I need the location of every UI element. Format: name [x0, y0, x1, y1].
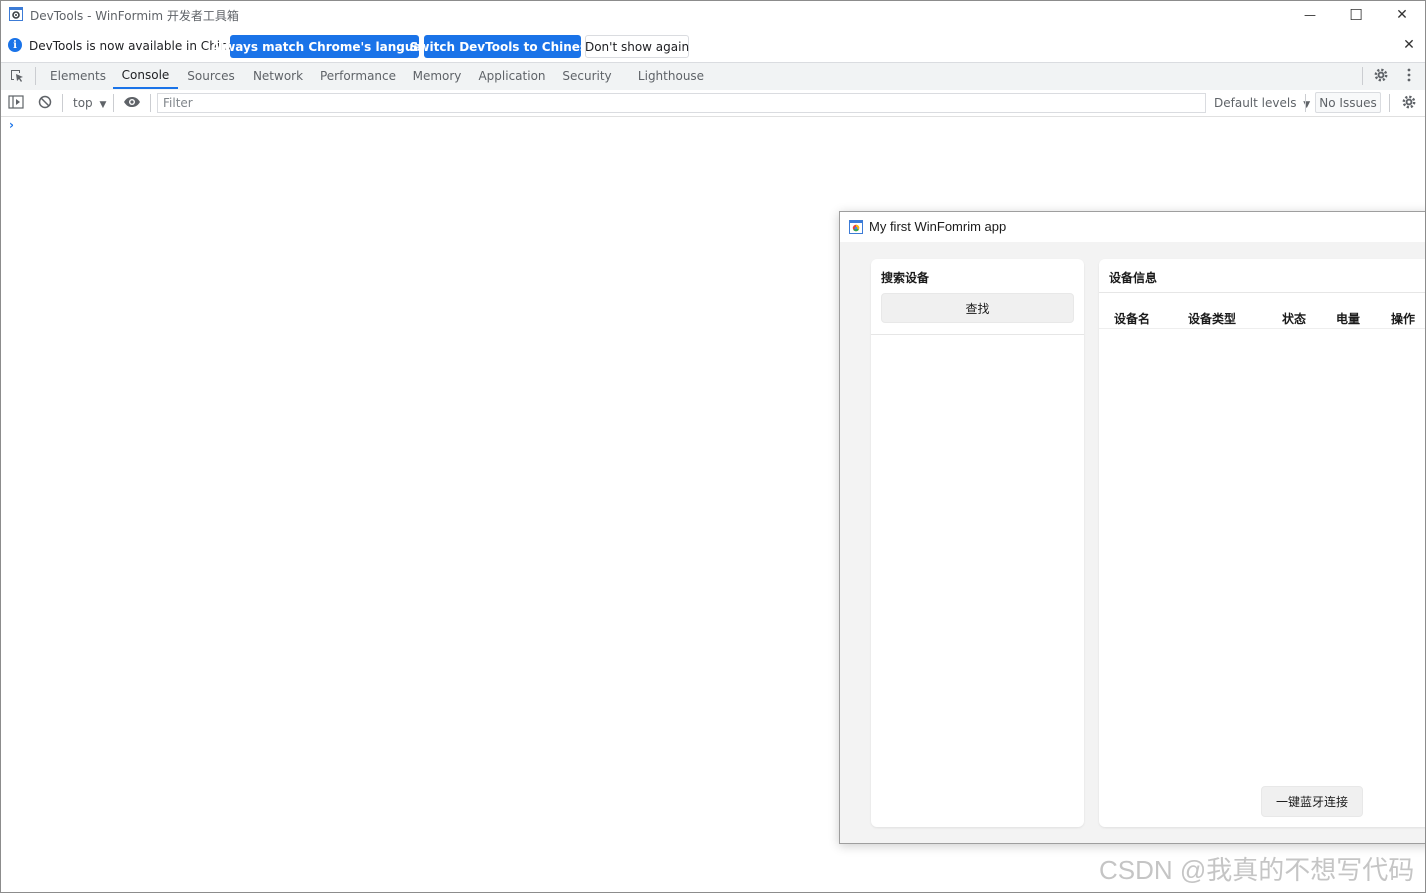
table-header-divider	[1099, 328, 1426, 329]
tab-elements[interactable]: Elements	[45, 62, 111, 89]
column-header-battery: 电量	[1336, 312, 1361, 326]
minimize-button[interactable]: —	[1287, 0, 1333, 30]
tab-console[interactable]: Console	[113, 62, 178, 89]
column-header-action: 操作	[1391, 312, 1416, 326]
device-info-panel	[1099, 259, 1426, 827]
devtools-gear-icon	[9, 7, 23, 21]
tab-network[interactable]: Network	[244, 62, 312, 89]
filter-input[interactable]	[157, 93, 1206, 113]
tab-sources[interactable]: Sources	[180, 62, 242, 89]
filter-placeholder: Filter	[163, 96, 193, 110]
maximize-icon: ☐	[1349, 6, 1363, 24]
close-icon: ✕	[1396, 7, 1408, 23]
device-info-title: 设备信息	[1109, 271, 1158, 285]
inspect-element-icon[interactable]	[9, 68, 25, 84]
panel-divider	[1099, 292, 1426, 293]
clear-console-icon[interactable]	[38, 95, 52, 109]
settings-gear-icon[interactable]	[1373, 67, 1389, 83]
tab-memory[interactable]: Memory	[404, 62, 470, 89]
console-prompt[interactable]: ›	[9, 118, 14, 132]
app-icon	[849, 220, 863, 234]
log-levels-dropdown[interactable]: Default levels ▼	[1214, 96, 1310, 110]
search-devices-title: 搜索设备	[881, 271, 930, 285]
toolbar-divider	[1305, 94, 1306, 112]
toolbar-divider	[62, 94, 63, 112]
device-search-results-list	[871, 335, 1084, 825]
live-expression-eye-icon[interactable]	[123, 96, 141, 108]
switch-to-chinese-button[interactable]: Switch DevTools to Chinese	[410, 35, 595, 58]
column-header-status: 状态	[1282, 312, 1307, 326]
toolbar-divider	[1389, 94, 1390, 112]
match-language-button[interactable]: Always match Chrome's language	[211, 35, 438, 58]
dont-show-again-button[interactable]: Don't show again	[585, 35, 689, 58]
context-selector[interactable]: top ▼	[73, 96, 106, 110]
csdn-watermark: CSDN @我真的不想写代码	[1099, 855, 1415, 885]
column-header-device-type: 设备类型	[1188, 312, 1237, 326]
column-header-device-name: 设备名	[1114, 312, 1151, 326]
tab-lighthouse[interactable]: Lighthouse	[630, 62, 712, 89]
find-button[interactable]: 查找	[881, 293, 1074, 323]
info-icon: i	[8, 38, 22, 52]
chevron-down-icon: ▼	[99, 100, 107, 110]
close-window-button[interactable]: ✕	[1379, 0, 1425, 30]
infobar-close-icon[interactable]: ✕	[1402, 37, 1416, 53]
window-title: DevTools - WinFormim 开发者工具箱	[30, 9, 239, 23]
minimize-icon: —	[1304, 8, 1316, 22]
context-value: top	[73, 96, 93, 110]
tab-application[interactable]: Application	[472, 62, 552, 89]
toolbar-divider	[113, 94, 114, 112]
issues-button[interactable]: No Issues	[1315, 92, 1381, 113]
more-options-icon[interactable]	[1401, 67, 1417, 83]
bluetooth-connect-button[interactable]: 一键蓝牙连接	[1261, 786, 1363, 817]
tab-security[interactable]: Security	[554, 62, 620, 89]
sidebar-toggle-icon[interactable]	[8, 95, 24, 109]
tab-performance[interactable]: Performance	[314, 62, 402, 89]
log-levels-label: Default levels	[1214, 96, 1297, 110]
app-title: My first WinFomrim app	[869, 219, 1007, 234]
console-settings-gear-icon[interactable]	[1401, 94, 1417, 110]
toolbar-divider	[1362, 67, 1363, 85]
toolbar-divider	[150, 94, 151, 112]
app-window: My first WinFomrim app 搜索设备 查找 设备信息 设备名 …	[839, 211, 1426, 844]
maximize-button[interactable]: ☐	[1333, 0, 1379, 30]
toolbar-divider	[35, 67, 36, 85]
